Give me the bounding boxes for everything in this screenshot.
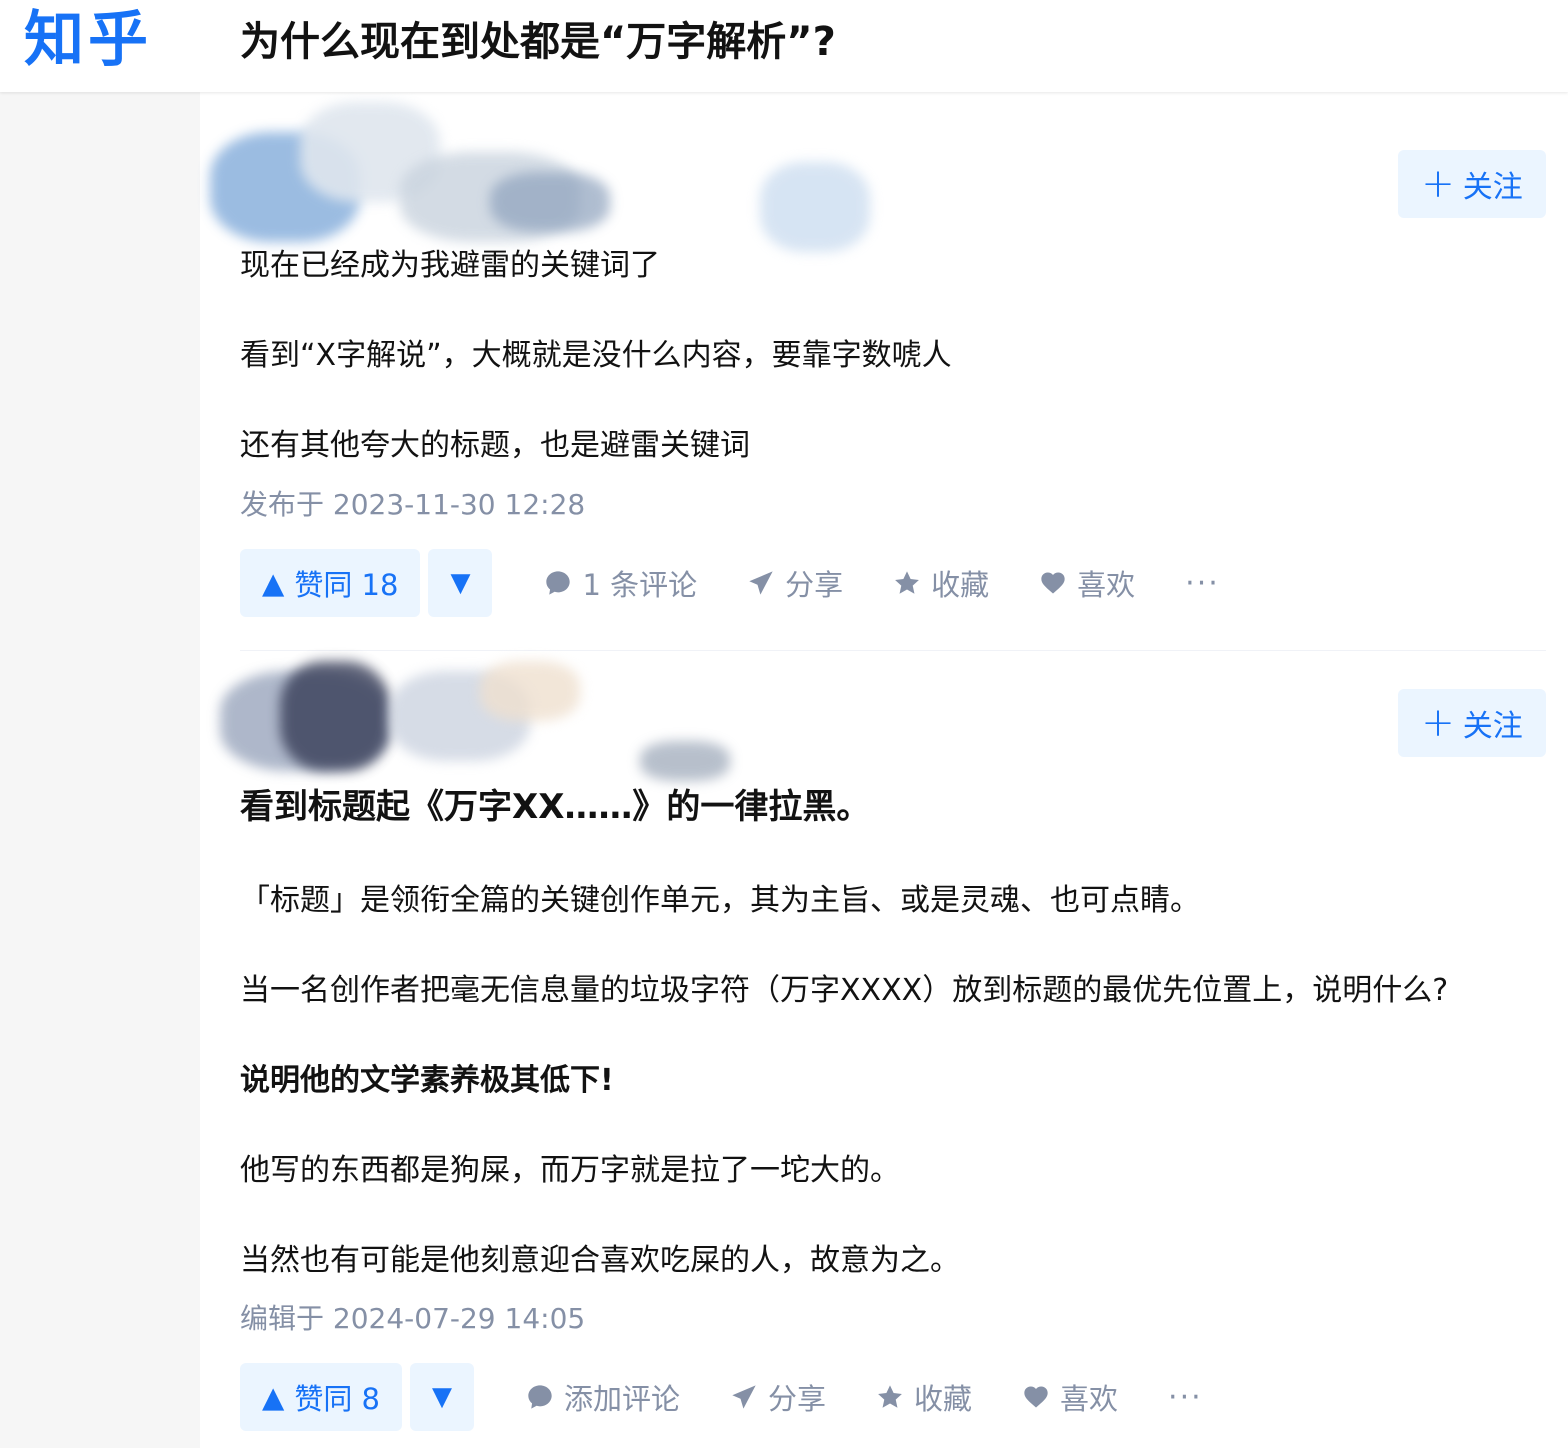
more-options-button[interactable]: ···	[1185, 566, 1220, 601]
like-button[interactable]: 喜欢	[1022, 1376, 1118, 1418]
plus-icon: +	[1421, 161, 1455, 207]
upvote-button[interactable]: ▲ 赞同 8	[240, 1363, 402, 1431]
comment-button[interactable]: 1 条评论	[544, 562, 697, 604]
favorite-label: 收藏	[914, 1382, 973, 1416]
more-options-button[interactable]: ···	[1168, 1380, 1203, 1415]
paper-plane-icon	[749, 571, 773, 595]
triangle-up-icon: ▲	[262, 1380, 285, 1414]
question-title[interactable]: 为什么现在到处都是“万字解析”?	[240, 14, 836, 70]
like-label: 喜欢	[1060, 1382, 1119, 1416]
paper-plane-icon	[732, 1385, 756, 1409]
favorite-button[interactable]: 收藏	[876, 1376, 972, 1418]
answer-headline: 看到标题起《万字XX……》的一律拉黑。	[240, 787, 871, 827]
answer-paragraph: 现在已经成为我避雷的关键词了	[240, 248, 660, 283]
answer-list: + 关注 现在已经成为我避雷的关键词了 看到“X字解说”，大概就是没什么内容，要…	[200, 92, 1568, 1448]
answer-paragraph: 「标题」是领衔全篇的关键创作单元，其为主旨、或是灵魂、也可点睛。	[240, 883, 1200, 918]
zhihu-logo[interactable]: 知乎	[24, 4, 152, 76]
star-icon	[895, 571, 920, 594]
answer-paragraph-bold: 说明他的文学素养极其低下!	[240, 1063, 614, 1098]
upvote-label: 赞同 18	[294, 568, 399, 602]
upvote-label: 赞同 8	[294, 1382, 380, 1416]
answer-paragraph: 看到“X字解说”，大概就是没什么内容，要靠字数唬人	[240, 338, 952, 373]
share-button[interactable]: 分享	[747, 562, 843, 604]
plus-icon: +	[1421, 700, 1455, 746]
answer-paragraph: 当然也有可能是他刻意迎合喜欢吃屎的人，故意为之。	[240, 1243, 960, 1278]
share-button[interactable]: 分享	[730, 1376, 826, 1418]
publish-time[interactable]: 发布于 2023-11-30 12:28	[240, 487, 585, 523]
action-bar: ▲ 赞同 8 ▼ 添加评论 分享 收藏 喜欢 ···	[240, 1363, 1203, 1431]
answer-item: + 关注 看到标题起《万字XX……》的一律拉黑。 「标题」是领衔全篇的关键创作单…	[220, 650, 1546, 1448]
triangle-down-icon: ▼	[431, 1382, 452, 1412]
answer-item: + 关注 现在已经成为我避雷的关键词了 看到“X字解说”，大概就是没什么内容，要…	[210, 92, 1546, 650]
favorite-label: 收藏	[931, 568, 990, 602]
share-label: 分享	[768, 1382, 827, 1416]
star-icon	[878, 1385, 902, 1408]
follow-label: 关注	[1462, 170, 1523, 205]
comment-bubble-icon	[546, 571, 571, 595]
top-bar: 知乎 为什么现在到处都是“万字解析”?	[0, 0, 1568, 92]
comment-label: 1 条评论	[582, 568, 698, 602]
comment-button[interactable]: 添加评论	[526, 1376, 680, 1418]
follow-label: 关注	[1462, 709, 1523, 744]
answer-paragraph: 还有其他夸大的标题，也是避雷关键词	[240, 428, 750, 463]
answer-paragraph: 他写的东西都是狗屎，而万字就是拉了一坨大的。	[240, 1153, 900, 1188]
triangle-down-icon: ▼	[450, 568, 471, 598]
downvote-button[interactable]: ▼	[409, 1363, 474, 1431]
answer-paragraph: 当一名创作者把毫无信息量的垃圾字符（万字XXXX）放到标题的最优先位置上，说明什…	[240, 973, 1449, 1008]
like-button[interactable]: 喜欢	[1039, 562, 1135, 604]
upvote-button[interactable]: ▲ 赞同 18	[240, 549, 421, 617]
share-label: 分享	[785, 568, 844, 602]
downvote-button[interactable]: ▼	[428, 549, 493, 617]
triangle-up-icon: ▲	[262, 566, 285, 600]
heart-icon	[1024, 1386, 1048, 1408]
like-label: 喜欢	[1077, 568, 1136, 602]
follow-button[interactable]: + 关注	[1398, 150, 1546, 218]
follow-button[interactable]: + 关注	[1398, 689, 1546, 757]
comment-bubble-icon	[528, 1385, 552, 1409]
action-bar: ▲ 赞同 18 ▼ 1 条评论 分享 收藏 喜欢 ···	[240, 549, 1220, 617]
edit-time[interactable]: 编辑于 2024-07-29 14:05	[240, 1301, 585, 1337]
comment-label: 添加评论	[563, 1382, 680, 1416]
favorite-button[interactable]: 收藏	[893, 562, 989, 604]
heart-icon	[1041, 572, 1065, 594]
